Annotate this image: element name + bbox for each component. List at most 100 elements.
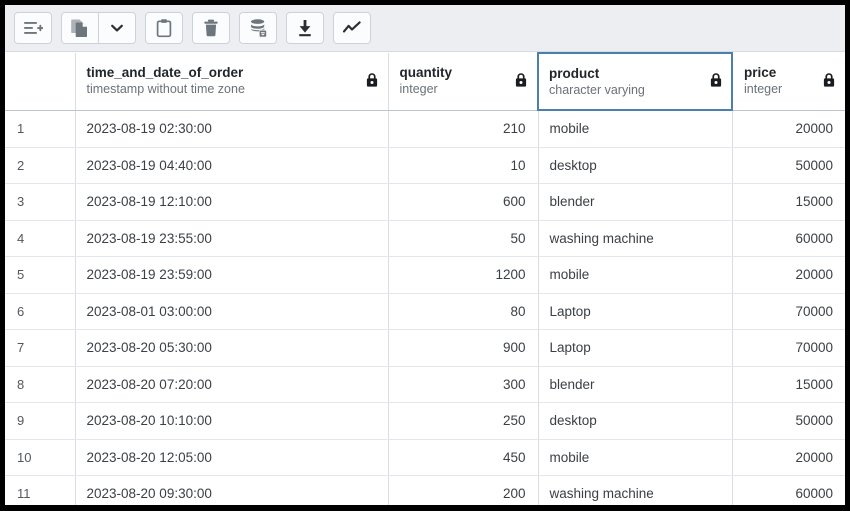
row-number-cell[interactable]: 1: [5, 110, 76, 148]
insert-group: [14, 12, 52, 44]
cell-price[interactable]: 70000: [732, 293, 845, 330]
cell-quantity[interactable]: 450: [388, 439, 539, 476]
header-row: time_and_date_of_order timestamp without…: [5, 52, 845, 111]
cell-time-and-date-of-order[interactable]: 2023-08-19 12:10:00: [75, 183, 389, 221]
chevron-down-icon: [111, 24, 123, 32]
table-row[interactable]: 5 2023-08-19 23:59:00 1200 mobile 20000: [5, 256, 845, 294]
cell-product[interactable]: mobile: [538, 439, 733, 476]
cell-product[interactable]: desktop: [538, 402, 733, 440]
graph-visualiser-button[interactable]: [334, 13, 370, 43]
row-number-cell[interactable]: 4: [5, 220, 76, 257]
cell-time-and-date-of-order[interactable]: 2023-08-01 03:00:00: [75, 293, 389, 330]
cell-product[interactable]: Laptop: [538, 293, 733, 330]
table-row[interactable]: 2 2023-08-19 04:40:00 10 desktop 50000: [5, 147, 845, 184]
column-type: character varying: [549, 82, 645, 97]
copy-icon: [71, 19, 87, 37]
cell-product[interactable]: blender: [538, 183, 733, 221]
row-number-cell[interactable]: 10: [5, 439, 76, 476]
column-header-rownum[interactable]: [5, 53, 76, 111]
cell-price[interactable]: 60000: [732, 475, 845, 505]
cell-quantity[interactable]: 210: [388, 110, 539, 148]
row-number-cell[interactable]: 2: [5, 147, 76, 184]
download-button[interactable]: [287, 13, 323, 43]
cell-time-and-date-of-order[interactable]: 2023-08-19 23:55:00: [75, 220, 389, 257]
column-type: integer: [744, 82, 783, 97]
cell-product[interactable]: blender: [538, 366, 733, 403]
row-number-cell[interactable]: 11: [5, 475, 76, 505]
cell-time-and-date-of-order[interactable]: 2023-08-20 07:20:00: [75, 366, 389, 403]
lock-icon: [514, 72, 528, 91]
row-number-cell[interactable]: 7: [5, 329, 76, 367]
lock-icon: [822, 72, 836, 91]
copy-group: [61, 12, 136, 44]
cell-quantity[interactable]: 50: [388, 220, 539, 257]
lock-icon: [365, 72, 379, 91]
cell-time-and-date-of-order[interactable]: 2023-08-20 09:30:00: [75, 475, 389, 505]
cell-quantity[interactable]: 250: [388, 402, 539, 440]
trash-icon: [204, 19, 218, 37]
cell-price[interactable]: 15000: [732, 183, 845, 221]
table-row[interactable]: 11 2023-08-20 09:30:00 200 washing machine 6…: [5, 475, 845, 505]
cell-time-and-date-of-order[interactable]: 2023-08-20 05:30:00: [75, 329, 389, 367]
cell-price[interactable]: 15000: [732, 366, 845, 403]
cell-time-and-date-of-order[interactable]: 2023-08-19 23:59:00: [75, 256, 389, 294]
table-row[interactable]: 6 2023-08-01 03:00:00 80 Laptop 70000: [5, 293, 845, 330]
cell-product[interactable]: mobile: [538, 110, 733, 148]
column-header-price[interactable]: price integer: [732, 53, 845, 111]
cell-time-and-date-of-order[interactable]: 2023-08-20 10:10:00: [75, 402, 389, 440]
cell-product[interactable]: desktop: [538, 147, 733, 184]
paste-group: [145, 12, 183, 44]
cell-quantity[interactable]: 80: [388, 293, 539, 330]
copy-button[interactable]: [62, 13, 98, 43]
chart-group: [333, 12, 371, 44]
delete-button[interactable]: [193, 13, 229, 43]
table-row[interactable]: 1 2023-08-19 02:30:00 210 mobile 20000: [5, 110, 845, 148]
column-header-quantity[interactable]: quantity integer: [388, 53, 539, 111]
add-row-button[interactable]: [15, 13, 51, 43]
cell-price[interactable]: 20000: [732, 256, 845, 294]
cell-price[interactable]: 50000: [732, 147, 845, 184]
paste-button[interactable]: [146, 13, 182, 43]
cell-time-and-date-of-order[interactable]: 2023-08-20 12:05:00: [75, 439, 389, 476]
column-type: timestamp without time zone: [86, 82, 245, 97]
column-name: time_and_date_of_order: [86, 65, 244, 81]
table-row[interactable]: 8 2023-08-20 07:20:00 300 blender 15000: [5, 366, 845, 403]
row-number-cell[interactable]: 9: [5, 402, 76, 440]
row-number-cell[interactable]: 5: [5, 256, 76, 294]
grid-toolbar: [5, 5, 845, 52]
cell-product[interactable]: Laptop: [538, 329, 733, 367]
cell-price[interactable]: 20000: [732, 439, 845, 476]
copy-options-button[interactable]: [98, 13, 135, 43]
table-row[interactable]: 9 2023-08-20 10:10:00 250 desktop 50000: [5, 402, 845, 440]
cell-product[interactable]: washing machine: [538, 220, 733, 257]
table-row[interactable]: 7 2023-08-20 05:30:00 900 Laptop 70000: [5, 329, 845, 367]
cell-product[interactable]: washing machine: [538, 475, 733, 505]
cell-quantity[interactable]: 10: [388, 147, 539, 184]
cell-price[interactable]: 20000: [732, 110, 845, 148]
cell-price[interactable]: 50000: [732, 402, 845, 440]
table-row[interactable]: 4 2023-08-19 23:55:00 50 washing machine 600…: [5, 220, 845, 257]
clipboard-icon: [156, 19, 172, 38]
cell-time-and-date-of-order[interactable]: 2023-08-19 02:30:00: [75, 110, 389, 148]
row-number-cell[interactable]: 3: [5, 183, 76, 221]
column-name: product: [549, 65, 600, 81]
cell-time-and-date-of-order[interactable]: 2023-08-19 04:40:00: [75, 147, 389, 184]
cell-quantity[interactable]: 300: [388, 366, 539, 403]
download-group: [286, 12, 324, 44]
cell-quantity[interactable]: 1200: [388, 256, 539, 294]
cell-price[interactable]: 70000: [732, 329, 845, 367]
row-number-cell[interactable]: 8: [5, 366, 76, 403]
cell-price[interactable]: 60000: [732, 220, 845, 257]
download-icon: [299, 20, 311, 37]
filter-data-button[interactable]: [240, 13, 276, 43]
cell-quantity[interactable]: 200: [388, 475, 539, 505]
cell-quantity[interactable]: 600: [388, 183, 539, 221]
column-header-product[interactable]: product character varying: [537, 52, 733, 111]
result-grid[interactable]: time_and_date_of_order timestamp without…: [5, 52, 845, 505]
cell-quantity[interactable]: 900: [388, 329, 539, 367]
row-number-cell[interactable]: 6: [5, 293, 76, 330]
column-header-time-and-date-of-order[interactable]: time_and_date_of_order timestamp without…: [75, 53, 389, 111]
table-row[interactable]: 10 2023-08-20 12:05:00 450 mobile 20000: [5, 439, 845, 476]
table-row[interactable]: 3 2023-08-19 12:10:00 600 blender 15000: [5, 183, 845, 221]
cell-product[interactable]: mobile: [538, 256, 733, 294]
